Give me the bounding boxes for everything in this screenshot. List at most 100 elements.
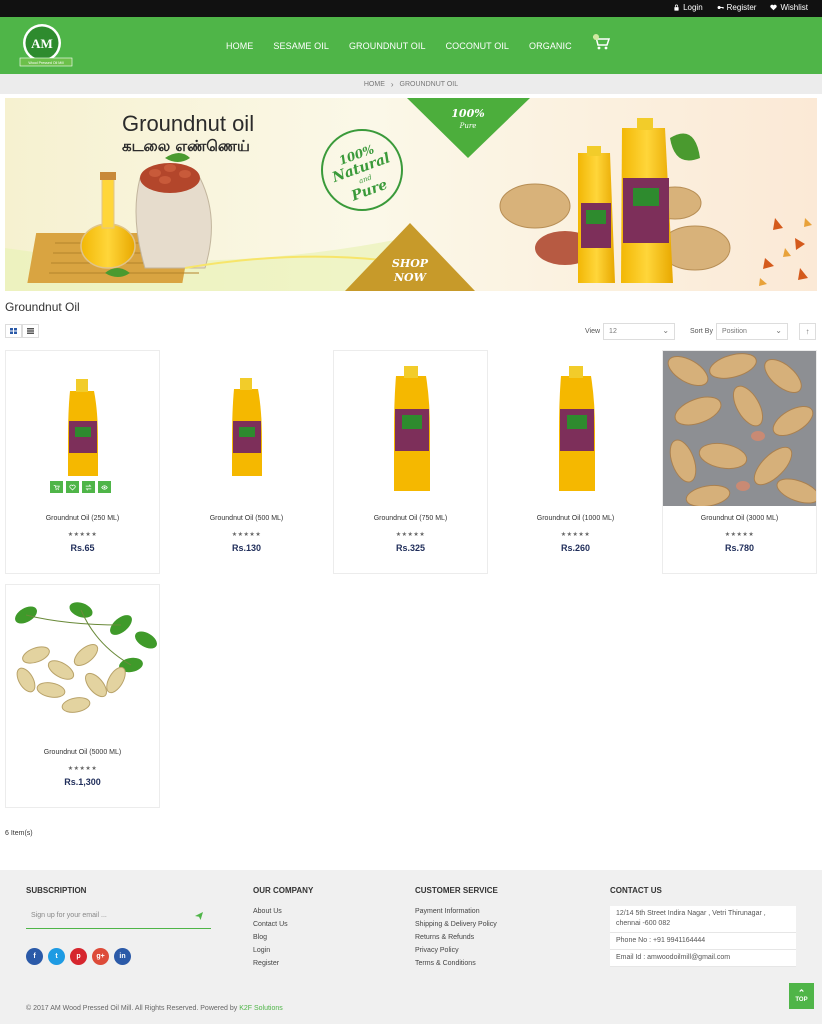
nav-coconut-oil[interactable]: COCONUT OIL	[436, 41, 519, 51]
product-image[interactable]	[334, 351, 487, 506]
product-price: Rs.260	[560, 543, 591, 553]
product-name[interactable]: Groundnut Oil (1000 ML)	[499, 515, 652, 522]
footer-link-terms[interactable]: Terms & Conditions	[415, 959, 497, 969]
product-name[interactable]: Groundnut Oil (250 ML)	[6, 515, 159, 522]
footer-link-payment[interactable]: Payment Information	[415, 907, 497, 917]
breadcrumb-home[interactable]: HOME	[364, 81, 385, 88]
peanut-plant-image	[6, 585, 159, 740]
category-banner[interactable]: Groundnut oil கடலை எண்ணெய் 100% Natural …	[5, 98, 817, 291]
product-image[interactable]	[6, 585, 159, 740]
heart-icon	[69, 484, 76, 490]
product-image[interactable]	[663, 351, 816, 506]
contact-email: Email Id : amwoodoilmill@gmail.com	[610, 950, 796, 967]
copyright-text: © 2017 AM Wood Pressed Oil Mill. All Rig…	[26, 1005, 238, 1012]
sort-select[interactable]: Position ⌄	[715, 323, 788, 340]
product-price: Rs.1,300	[64, 777, 101, 787]
linkedin-icon[interactable]: in	[114, 948, 131, 965]
footer-link-about[interactable]: About Us	[253, 907, 288, 917]
view-mode-switch	[5, 324, 39, 338]
contact-heading: CONTACT US	[610, 886, 662, 895]
eye-icon	[101, 484, 108, 490]
peanuts-image	[663, 351, 816, 506]
compare-button[interactable]	[82, 481, 95, 493]
product-image[interactable]	[499, 351, 652, 506]
cart-icon	[53, 484, 60, 490]
footer-link-register[interactable]: Register	[253, 959, 288, 969]
contact-phone: Phone No : +91 9941164444	[610, 933, 796, 950]
breadcrumb-current: GROUNDNUT OIL	[399, 80, 459, 88]
chevron-right-icon: ›	[390, 79, 394, 89]
footer-link-contact[interactable]: Contact Us	[253, 920, 288, 930]
list-view-button[interactable]	[22, 324, 39, 338]
product-name[interactable]: Groundnut Oil (5000 ML)	[6, 749, 159, 756]
social-links: f t p g+ in	[26, 948, 131, 965]
pinterest-icon[interactable]: p	[70, 948, 87, 965]
footer-link-shipping[interactable]: Shipping & Delivery Policy	[415, 920, 497, 930]
google-plus-icon[interactable]: g+	[92, 948, 109, 965]
product-rating: ★★★★★	[67, 766, 98, 772]
view-limit-label: View	[585, 328, 601, 335]
logo-text: AM	[31, 36, 53, 51]
subscription-heading: SUBSCRIPTION	[26, 886, 87, 895]
powered-by-link[interactable]: K2F Solutions	[239, 1005, 283, 1012]
copyright: © 2017 AM Wood Pressed Oil Mill. All Rig…	[26, 1005, 283, 1012]
footer-link-login[interactable]: Login	[253, 946, 288, 956]
site-logo[interactable]: AM Wood Pressed Oil Mill	[16, 21, 76, 71]
product-rating: ★★★★★	[67, 532, 98, 538]
wishlist-link[interactable]: Wishlist	[770, 3, 808, 12]
breadcrumb: HOME › GROUNDNUT OIL	[0, 74, 822, 94]
contact-box: 12/14 5th Street Indira Nagar , Vetri Th…	[610, 906, 796, 967]
nav-home[interactable]: HOME	[216, 41, 263, 51]
corner-text-1: 100%	[451, 107, 484, 120]
newsletter-email-input[interactable]: Sign up for your email ...	[26, 907, 211, 929]
add-to-wishlist-button[interactable]	[66, 481, 79, 493]
compare-icon	[85, 483, 92, 491]
chevron-down-icon: ⌄	[775, 326, 782, 335]
product-name[interactable]: Groundnut Oil (750 ML)	[334, 515, 487, 522]
product-card[interactable]: Groundnut Oil (500 ML) ★★★★★ Rs.130	[169, 350, 324, 574]
nav-groundnut-oil[interactable]: GROUNDNUT OIL	[339, 41, 436, 51]
product-card[interactable]: Groundnut Oil (3000 ML) ★★★★★ Rs.780	[662, 350, 817, 574]
company-links: About Us Contact Us Blog Login Register	[253, 907, 288, 969]
back-to-top-label: TOP	[795, 997, 808, 1003]
login-label: Login	[683, 3, 703, 12]
product-image[interactable]	[170, 351, 323, 506]
product-name[interactable]: Groundnut Oil (3000 ML)	[663, 515, 816, 522]
sort-direction-button[interactable]: ↑	[799, 323, 816, 340]
facebook-icon[interactable]: f	[26, 948, 43, 965]
product-price: Rs.65	[70, 543, 95, 553]
footer-link-returns[interactable]: Returns & Refunds	[415, 933, 497, 943]
view-limit-select[interactable]: 12 ⌄	[603, 323, 676, 340]
contact-address: 12/14 5th Street Indira Nagar , Vetri Th…	[610, 906, 796, 933]
send-icon[interactable]	[195, 912, 203, 920]
footer-link-blog[interactable]: Blog	[253, 933, 288, 943]
grid-icon	[10, 328, 17, 334]
login-link[interactable]: Login	[673, 3, 703, 12]
product-rating: ★★★★★	[560, 532, 591, 538]
cart-icon[interactable]	[591, 34, 611, 52]
product-card[interactable]: Groundnut Oil (5000 ML) ★★★★★ Rs.1,300	[5, 584, 160, 808]
banner-title-tamil: கடலை எண்ணெய்	[122, 137, 250, 155]
footer-link-privacy[interactable]: Privacy Policy	[415, 946, 497, 956]
corner-text-2: Pure	[459, 122, 477, 130]
oil-bottle-image	[232, 378, 262, 476]
quick-view-button[interactable]	[98, 481, 111, 493]
product-card[interactable]: Groundnut Oil (1000 ML) ★★★★★ Rs.260	[498, 350, 653, 574]
sort-label: Sort By	[690, 328, 713, 335]
product-name[interactable]: Groundnut Oil (500 ML)	[170, 515, 323, 522]
product-card[interactable]: Groundnut Oil (750 ML) ★★★★★ Rs.325	[333, 350, 488, 574]
grid-view-button[interactable]	[5, 324, 22, 338]
sort-control: Sort By Position ⌄	[690, 323, 788, 340]
nav-organic[interactable]: ORGANIC	[519, 41, 582, 51]
nav-sesame-oil[interactable]: SESAME OIL	[263, 41, 339, 51]
footer: SUBSCRIPTION Sign up for your email ... …	[0, 870, 822, 1024]
banner-title-english: Groundnut oil	[122, 111, 254, 136]
chevron-down-icon: ⌄	[662, 326, 670, 335]
product-card[interactable]: Groundnut Oil (250 ML) ★★★★★ Rs.65	[5, 350, 160, 574]
main-nav: HOME SESAME OIL GROUNDNUT OIL COCONUT OI…	[216, 17, 582, 74]
product-price: Rs.780	[724, 543, 755, 553]
twitter-icon[interactable]: t	[48, 948, 65, 965]
register-link[interactable]: Register	[717, 3, 756, 12]
back-to-top-button[interactable]: ⌃ TOP	[789, 983, 814, 1009]
add-to-cart-button[interactable]	[50, 481, 63, 493]
